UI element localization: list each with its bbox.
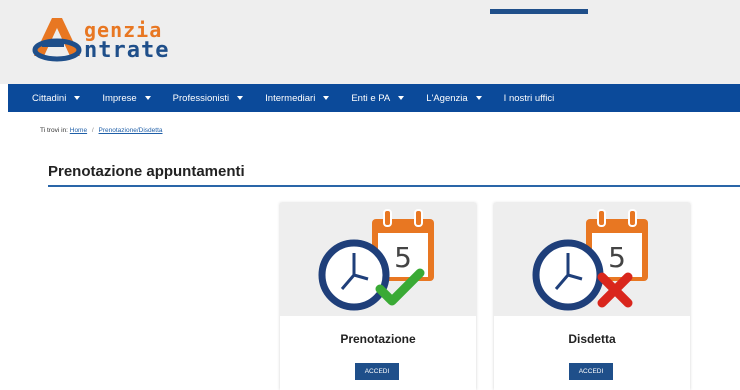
card-prenotazione: 5 Prenotazione ACCEDI bbox=[280, 203, 476, 390]
accedi-prenotazione-button[interactable]: ACCEDI bbox=[355, 363, 399, 380]
nav-item-nostri-uffici[interactable]: I nostri uffici bbox=[504, 93, 555, 104]
calendar-number: 5 bbox=[394, 241, 412, 274]
agenzia-entrate-logo[interactable]: genzia ntrate bbox=[30, 12, 240, 72]
nav-item-intermediari[interactable]: Intermediari bbox=[265, 93, 330, 104]
nav-item-imprese[interactable]: Imprese bbox=[102, 93, 151, 104]
caret-down-icon bbox=[475, 96, 482, 100]
nav-item-enti-pa[interactable]: Enti e PA bbox=[351, 93, 405, 104]
main-nav: Cittadini Imprese Professionisti Interme… bbox=[8, 84, 740, 112]
breadcrumb-home-link[interactable]: Home bbox=[70, 127, 87, 134]
breadcrumb-separator: / bbox=[91, 127, 94, 134]
card-title: Prenotazione bbox=[340, 332, 416, 346]
card-title: Disdetta bbox=[568, 332, 616, 346]
caret-down-icon bbox=[323, 96, 330, 100]
caret-down-icon bbox=[398, 96, 405, 100]
breadcrumb: Ti trovi in: Home / Prenotazione/Disdett… bbox=[40, 127, 163, 134]
logo-mark-icon bbox=[32, 18, 82, 62]
page-title: Prenotazione appuntamenti bbox=[48, 163, 245, 180]
nav-item-agenzia[interactable]: L'Agenzia bbox=[426, 93, 482, 104]
caret-down-icon bbox=[144, 96, 151, 100]
nav-item-professionisti[interactable]: Professionisti bbox=[173, 93, 244, 104]
calendar-clock-check-icon: 5 bbox=[318, 209, 434, 311]
header-accent-bar bbox=[490, 9, 588, 14]
title-divider bbox=[48, 185, 740, 187]
accedi-disdetta-button[interactable]: ACCEDI bbox=[569, 363, 613, 380]
site-header: genzia ntrate bbox=[0, 0, 740, 84]
caret-down-icon bbox=[237, 96, 244, 100]
card-disdetta: 5 Disdetta ACCEDI bbox=[494, 203, 690, 390]
nav-item-cittadini[interactable]: Cittadini bbox=[32, 93, 81, 104]
caret-down-icon bbox=[74, 96, 81, 100]
calendar-clock-cross-icon: 5 bbox=[532, 209, 648, 311]
calendar-number: 5 bbox=[608, 241, 626, 274]
logo-text-entrate: ntrate bbox=[84, 38, 170, 63]
breadcrumb-current-link[interactable]: Prenotazione/Disdetta bbox=[99, 127, 163, 134]
breadcrumb-prefix: Ti trovi in: bbox=[40, 127, 68, 134]
